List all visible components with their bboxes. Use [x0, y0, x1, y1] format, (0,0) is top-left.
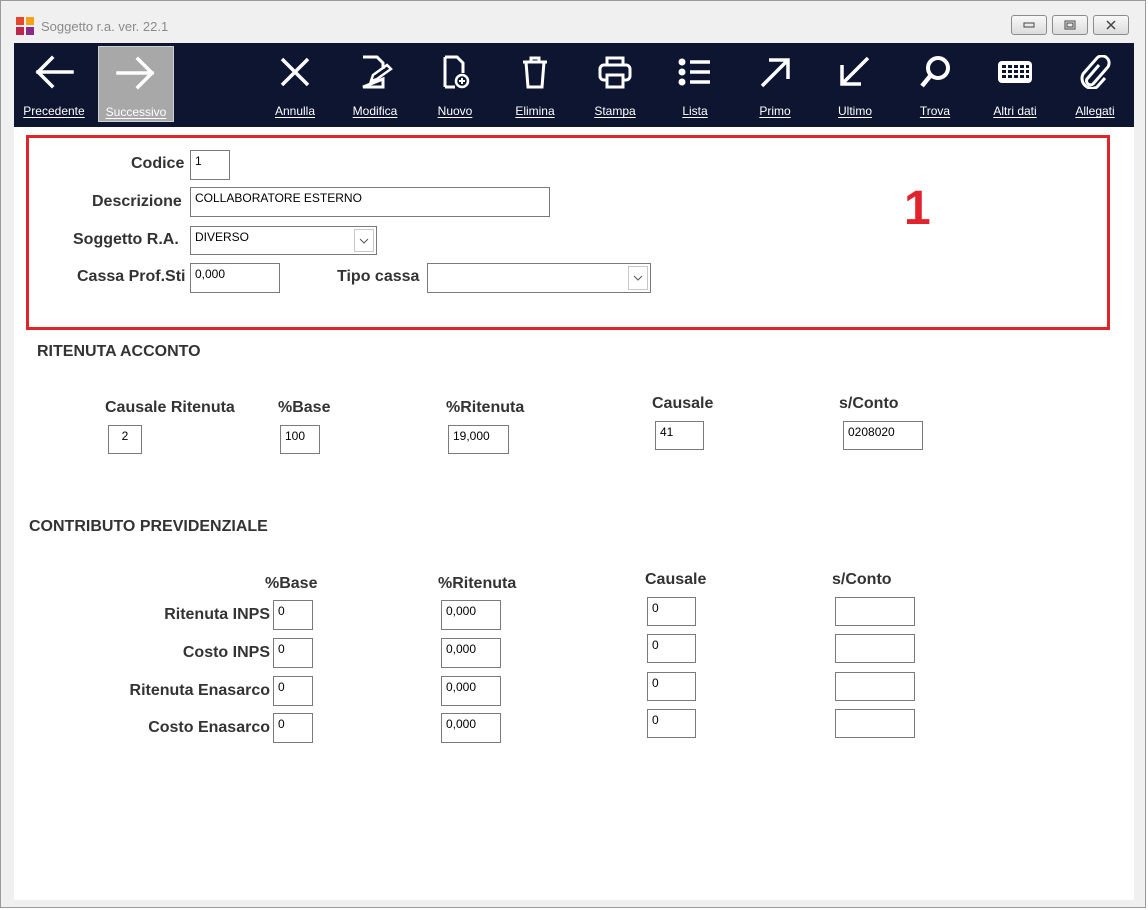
ritenuta-sconto-field[interactable]: 0208020 [843, 421, 923, 450]
app-window: Soggetto r.a. ver. 22.1 Precedente Succe… [0, 0, 1146, 908]
ritenuta-inps-sconto-field[interactable] [835, 597, 915, 626]
costo-inps-causale-field[interactable]: 0 [647, 634, 696, 663]
ritenuta-percent-field[interactable]: 19,000 [448, 425, 509, 454]
edit-icon [362, 55, 393, 89]
annulla-button[interactable]: Annulla [259, 43, 331, 127]
arrow-left-icon [35, 55, 74, 89]
printer-icon [598, 56, 632, 89]
contributo-sconto-header: s/Conto [832, 571, 892, 588]
ritenuta-percent-label: %Ritenuta [446, 399, 525, 416]
ritenuta-enasarco-sconto-field[interactable] [835, 672, 915, 701]
arrow-up-right-icon [760, 58, 790, 88]
close-icon [280, 57, 310, 87]
successivo-button[interactable]: Successivo [98, 46, 174, 122]
minimize-icon [1023, 22, 1035, 28]
codice-label: Codice [131, 155, 185, 172]
ritenuta-causale-field[interactable]: 41 [655, 421, 704, 450]
contributo-ritenuta-header: %Ritenuta [438, 575, 517, 592]
row-label-costo-enasarco: Costo Enasarco [148, 719, 270, 736]
costo-enasarco-percent-field[interactable]: 0,000 [441, 713, 501, 743]
close-window-button[interactable] [1093, 15, 1129, 35]
arrow-down-left-icon [840, 56, 870, 86]
row-label-costo-inps: Costo INPS [182, 644, 270, 661]
maximize-button[interactable] [1052, 15, 1088, 35]
soggetto-label: Soggetto R.A. [73, 231, 179, 248]
window-title: Soggetto r.a. ver. 22.1 [41, 19, 169, 34]
paperclip-icon [1080, 55, 1111, 89]
trash-icon [523, 56, 547, 89]
stampa-button[interactable]: Stampa [579, 43, 651, 127]
codice-field[interactable]: 1 [190, 150, 230, 180]
contributo-section-title: CONTRIBUTO PREVIDENZIALE [29, 518, 268, 535]
costo-enasarco-causale-field[interactable]: 0 [647, 709, 696, 738]
modifica-button[interactable]: Modifica [339, 43, 411, 127]
cassa-label: Cassa Prof.Sti [77, 268, 186, 285]
ritenuta-enasarco-base-field[interactable]: 0 [273, 676, 313, 706]
tipo-cassa-select[interactable] [427, 263, 651, 293]
causale-ritenuta-field[interactable]: 2 [108, 425, 142, 454]
ritenuta-inps-percent-field[interactable]: 0,000 [441, 600, 501, 630]
chevron-down-icon[interactable] [354, 229, 374, 252]
soggetto-select[interactable]: DIVERSO [190, 226, 377, 255]
annotation-number: 1 [904, 182, 931, 235]
ritenuta-inps-base-field[interactable]: 0 [273, 600, 313, 630]
ritenuta-inps-causale-field[interactable]: 0 [647, 597, 696, 626]
ritenuta-sconto-label: s/Conto [839, 395, 899, 412]
primo-button[interactable]: Primo [739, 43, 811, 127]
descrizione-label: Descrizione [92, 193, 182, 210]
cassa-field[interactable]: 0,000 [190, 263, 280, 293]
restore-icon [1064, 20, 1076, 30]
ritenuta-section-title: RITENUTA ACCONTO [37, 343, 201, 360]
elimina-button[interactable]: Elimina [499, 43, 571, 127]
nuovo-button[interactable]: Nuovo [419, 43, 491, 127]
tipo-cassa-label: Tipo cassa [337, 268, 420, 285]
trova-button[interactable]: Trova [899, 43, 971, 127]
allegati-button[interactable]: Allegati [1059, 43, 1131, 127]
arrow-right-icon [116, 56, 155, 90]
highlight-box [26, 135, 1110, 330]
ritenuta-enasarco-causale-field[interactable]: 0 [647, 672, 696, 701]
new-document-icon [443, 55, 470, 89]
ritenuta-causale-label: Causale [652, 395, 714, 412]
costo-enasarco-sconto-field[interactable] [835, 709, 915, 738]
causale-ritenuta-label: Causale Ritenuta [105, 399, 235, 416]
toolbar: Precedente Successivo Annulla Modifica N… [14, 43, 1134, 127]
costo-enasarco-base-field[interactable]: 0 [273, 713, 313, 743]
ritenuta-base-field[interactable]: 100 [280, 425, 320, 454]
altri-dati-button[interactable]: Altri dati [979, 43, 1051, 127]
soggetto-value: DIVERSO [195, 230, 250, 244]
precedente-button[interactable]: Precedente [14, 43, 94, 127]
title-bar: Soggetto r.a. ver. 22.1 [1, 1, 1145, 43]
descrizione-field[interactable]: COLLABORATORE ESTERNO [190, 187, 550, 217]
ritenuta-base-label: %Base [278, 399, 331, 416]
search-icon [920, 56, 950, 88]
chevron-down-icon[interactable] [628, 266, 648, 290]
row-label-ritenuta-inps: Ritenuta INPS [164, 606, 270, 623]
contributo-causale-header: Causale [645, 571, 707, 588]
contributo-base-header: %Base [265, 575, 318, 592]
app-logo-icon [16, 17, 34, 35]
row-label-ritenuta-enasarco: Ritenuta Enasarco [129, 682, 270, 699]
ultimo-button[interactable]: Ultimo [819, 43, 891, 127]
list-icon [678, 58, 710, 86]
close-icon [1106, 20, 1116, 30]
costo-inps-sconto-field[interactable] [835, 634, 915, 663]
lista-button[interactable]: Lista [659, 43, 731, 127]
costo-inps-percent-field[interactable]: 0,000 [441, 638, 501, 668]
costo-inps-base-field[interactable]: 0 [273, 638, 313, 668]
ritenuta-enasarco-percent-field[interactable]: 0,000 [441, 676, 501, 706]
minimize-button[interactable] [1011, 15, 1047, 35]
grid-icon [998, 61, 1032, 83]
